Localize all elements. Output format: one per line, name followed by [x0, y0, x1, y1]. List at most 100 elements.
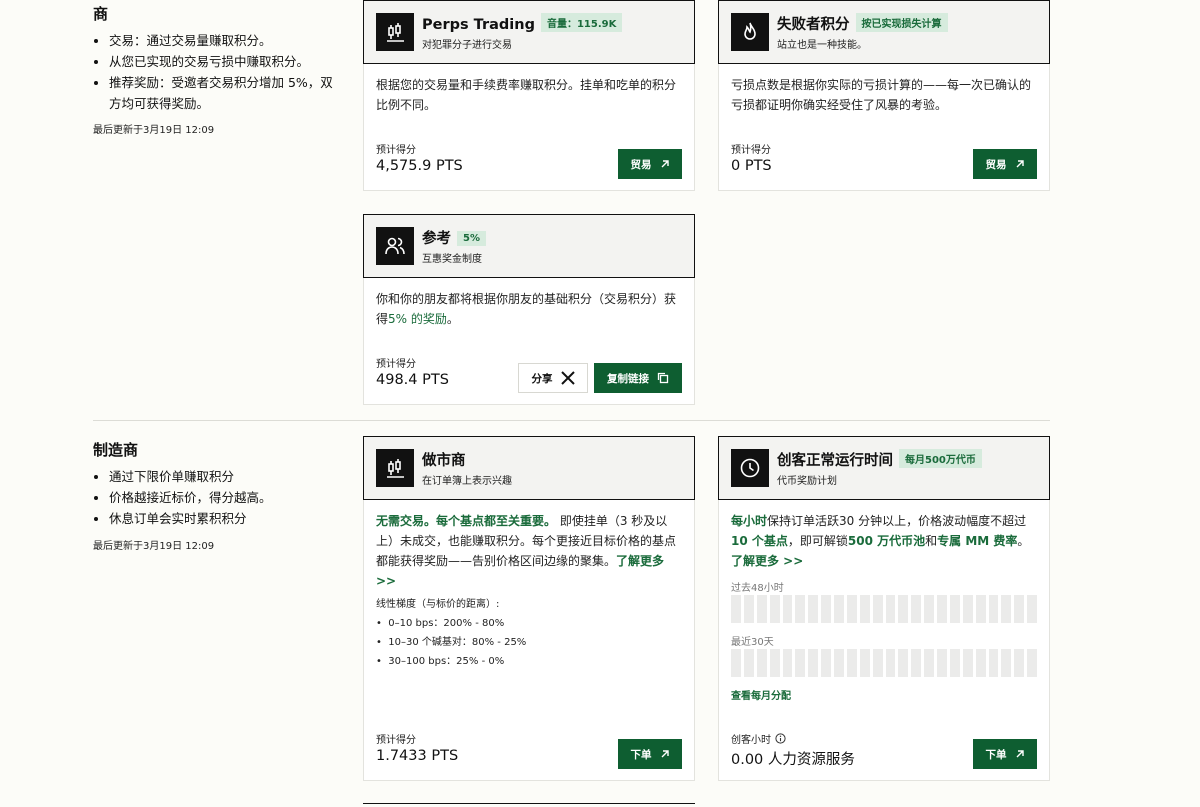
taker-section-title: 商	[93, 5, 109, 23]
uptime-bar	[795, 595, 806, 623]
candlestick-icon	[376, 13, 414, 51]
loser-points-card: 失败者积分 按已实现损失计算 站立也是一种技能。 亏损点数是根据你实际的亏损计算的…	[718, 0, 1050, 191]
uptime-bar	[949, 595, 960, 623]
monthly-allocation-link[interactable]: 查看每月分配	[731, 687, 791, 702]
card-header: 失败者积分 按已实现损失计算 站立也是一种技能。	[718, 0, 1050, 64]
taker-bullet: 从您已实现的交易亏损中赚取积分。	[109, 51, 341, 72]
uptime-bar	[872, 595, 883, 623]
uptime-bar	[1014, 595, 1025, 623]
uptime-bar	[872, 649, 883, 677]
perps-trading-card: Perps Trading 音量：115.9K 对犯罪分子进行交易 根据您的交易量…	[363, 0, 695, 191]
uptime-bar	[743, 595, 754, 623]
card-subtitle: 在订单簿上表示兴趣	[422, 476, 512, 487]
estimate-label: 预计得分	[376, 735, 416, 746]
uptime-bar	[962, 649, 973, 677]
share-x-button[interactable]: 分享	[518, 363, 588, 393]
uptime-bar	[911, 595, 922, 623]
card-header: Perps Trading 音量：115.9K 对犯罪分子进行交易	[363, 0, 695, 64]
card-title: 做市商	[422, 453, 466, 469]
trade-button[interactable]: 贸易	[618, 149, 682, 179]
uptime-bar	[769, 595, 780, 623]
x-logo-icon	[560, 371, 575, 385]
market-maker-card: 做市商 在订单簿上表示兴趣 无需交易。每个基点都至关重要。 即使挂单（3 秒及以…	[363, 436, 695, 781]
volume-badge: 音量：115.9K	[540, 13, 623, 32]
arrow-up-right-icon	[1016, 750, 1024, 758]
card-header: 做市商 在订单簿上表示兴趣	[363, 436, 695, 500]
estimate-points: 4,575.9 PTS	[376, 158, 463, 174]
card-title: 参考	[422, 231, 451, 247]
estimate-points: 498.4 PTS	[376, 372, 449, 388]
clock-icon	[731, 449, 769, 487]
uptime-bar	[808, 595, 819, 623]
uptime-bar	[859, 595, 870, 623]
card-description: 无需交易。每个基点都至关重要。 即使挂单（3 秒及以上）未成交，也能赚取积分。每…	[376, 514, 677, 588]
card-subtitle: 对犯罪分子进行交易	[422, 40, 512, 51]
uptime-bar	[1027, 649, 1037, 677]
info-icon[interactable]	[775, 733, 786, 744]
uptime-bar	[975, 649, 986, 677]
uptime-bar	[859, 649, 870, 677]
uptime-bar	[808, 649, 819, 677]
uptime-bar	[911, 649, 922, 677]
card-header: 创客正常运行时间 每月500万代币 代币奖励计划	[718, 436, 1050, 500]
trade-button[interactable]: 贸易	[973, 149, 1037, 179]
uptime-bar	[731, 649, 741, 677]
uptime-bar	[962, 595, 973, 623]
tier-item: 10–30 个碱基对：80% - 25%	[388, 637, 527, 648]
uptime-48h-bars	[731, 595, 1037, 623]
uptime-bar	[885, 595, 896, 623]
maker-bullet: 通过下限价单赚取积分	[109, 466, 341, 487]
uptime-bar	[743, 649, 754, 677]
card-title: Perps Trading	[422, 17, 535, 33]
maker-bullets: 通过下限价单赚取积分 价格越接近标价，得分越高。 休息订单会实时累积积分	[93, 466, 341, 529]
uptime-bar	[821, 595, 831, 623]
uptime-bar	[769, 649, 780, 677]
uptime-bar	[834, 649, 844, 677]
uptime-bar	[756, 649, 767, 677]
uptime-bar	[846, 595, 857, 623]
candlestick-icon	[376, 449, 414, 487]
card-header: 参考 5% 互惠奖金制度	[363, 214, 695, 278]
tier-item: 30–100 bps：25% - 0%	[388, 656, 505, 667]
tier-list: 线性梯度（与标价的距离）: • 0–10 bps：200% - 80% • 10…	[376, 595, 526, 671]
maker-bullet: 休息订单会实时累积积分	[109, 508, 341, 529]
uptime-bar	[795, 649, 806, 677]
uptime-bar	[937, 595, 947, 623]
arrow-up-right-icon	[1016, 160, 1024, 168]
section-divider	[93, 420, 1050, 421]
next-card-edge	[363, 803, 695, 807]
uptime-bar	[924, 595, 934, 623]
arrow-up-right-icon	[661, 160, 669, 168]
card-subtitle: 互惠奖金制度	[422, 254, 482, 265]
uptime-bar	[988, 595, 999, 623]
copy-link-button[interactable]: 复制链接	[594, 363, 682, 393]
uptime-bar	[756, 595, 767, 623]
uptime-bar	[1027, 595, 1037, 623]
last-30d-label: 最近30天	[731, 637, 774, 648]
learn-more-link[interactable]: 了解更多 >>	[731, 554, 803, 568]
card-description: 亏损点数是根据你实际的亏损计算的——每一次已确认的亏损都证明你确实经受住了风暴的…	[731, 78, 1032, 112]
uptime-bar	[1014, 649, 1025, 677]
estimate-points: 0 PTS	[731, 158, 772, 174]
place-order-button[interactable]: 下单	[973, 739, 1037, 769]
tier-item: 0–10 bps：200% - 80%	[388, 618, 505, 629]
last-48h-label: 过去48小时	[731, 583, 784, 594]
card-title: 失败者积分	[777, 17, 850, 33]
monthly-badge: 每月500万代币	[899, 449, 982, 468]
maker-updated: 最后更新于3月19日 12:09	[93, 541, 215, 552]
loss-badge: 按已实现损失计算	[855, 13, 948, 32]
card-description: 每小时保持订单活跃30 分钟以上，价格波动幅度不超过10 个基点，即可解锁500…	[731, 514, 1030, 568]
taker-updated: 最后更新于3月19日 12:09	[93, 125, 215, 136]
place-order-button[interactable]: 下单	[618, 739, 682, 769]
taker-bullet: 推荐奖励：受邀者交易积分增加 5%，双方均可获得奖励。	[109, 72, 341, 114]
uptime-bar	[898, 649, 909, 677]
referral-card: 参考 5% 互惠奖金制度 你和你的朋友都将根据你朋友的基础积分（交易积分）获得5%…	[363, 214, 695, 405]
maker-hours-value: 0.00 人力资源服务	[731, 752, 855, 768]
card-title: 创客正常运行时间	[777, 453, 893, 469]
taker-bullets: 交易：通过交易量赚取积分。 从您已实现的交易亏损中赚取积分。 推荐奖励：受邀者交…	[93, 30, 341, 114]
uptime-bar	[731, 595, 741, 623]
tier-title: 线性梯度（与标价的距离）:	[376, 599, 500, 610]
maker-section-title: 制造商	[93, 441, 139, 459]
maker-hours-label: 创客小时	[731, 731, 786, 746]
card-description: 根据您的交易量和手续费率赚取积分。挂单和吃单的积分比例不同。	[376, 78, 677, 112]
